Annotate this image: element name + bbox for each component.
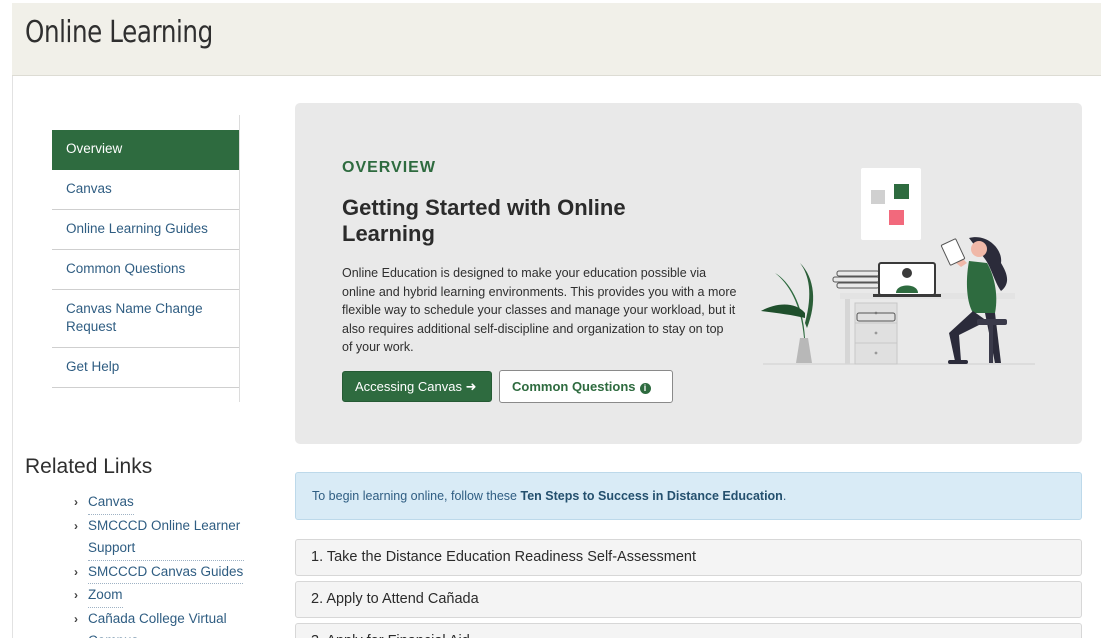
arrow-right-icon: ➜ — [465, 379, 477, 394]
accordion-step-2[interactable]: 2. Apply to Attend Cañada — [295, 581, 1082, 618]
callout-prefix: To begin learning online, follow these — [312, 489, 521, 503]
overview-hero-card: OVERVIEW Getting Started with Online Lea… — [295, 103, 1082, 444]
accessing-canvas-label: Accessing Canvas — [355, 379, 462, 394]
related-link-virtual-campus[interactable]: Cañada College Virtual Campus — [88, 608, 244, 638]
sidebar-item-online-learning-guides[interactable]: Online Learning Guides — [52, 210, 239, 250]
page-title: Online Learning — [25, 15, 213, 50]
accessing-canvas-button[interactable]: Accessing Canvas ➜ — [342, 371, 492, 402]
online-learning-illustration — [761, 168, 1035, 365]
related-link-item: › Canvas — [74, 491, 244, 515]
related-link-item: › SMCCCD Canvas Guides — [74, 561, 244, 584]
hero-title: Getting Started with Online Learning — [342, 195, 626, 246]
info-icon: i — [639, 383, 651, 394]
related-link-item: › Cañada College Virtual Campus — [74, 608, 244, 638]
sidebar-item-get-help[interactable]: Get Help — [52, 348, 239, 388]
callout-suffix: . — [782, 489, 787, 503]
hero-eyebrow: OVERVIEW — [342, 159, 436, 176]
chevron-right-icon: › — [74, 611, 78, 626]
sidebar-item-canvas[interactable]: Canvas — [52, 170, 239, 210]
related-link-item: › SMCCCD Online Learner Support — [74, 515, 244, 561]
chevron-right-icon: › — [74, 518, 78, 533]
related-link-canvas-guides[interactable]: SMCCCD Canvas Guides — [88, 561, 244, 584]
related-link-online-learner-support[interactable]: SMCCCD Online Learner Support — [88, 515, 244, 561]
hero-body-text: Online Education is designed to make you… — [342, 266, 737, 354]
sidebar-nav: Overview Canvas Online Learning Guides C… — [52, 115, 240, 402]
related-links-list: › Canvas › SMCCCD Online Learner Support ›… — [74, 491, 244, 638]
related-link-zoom[interactable]: Zoom — [88, 584, 123, 608]
sidebar-item-canvas-name-change-request[interactable]: Canvas Name Change Request — [52, 290, 239, 348]
chevron-right-icon: › — [74, 588, 78, 602]
content-left-border — [12, 76, 13, 638]
common-questions-button[interactable]: Common Questions i — [499, 370, 673, 403]
sidebar-item-common-questions[interactable]: Common Questions — [52, 250, 239, 290]
accordion-step-3[interactable]: 3. Apply for Financial Aid — [295, 623, 1082, 638]
ten-steps-callout: To begin learning online, follow these T… — [295, 472, 1082, 520]
page-header: Online Learning — [12, 3, 1101, 76]
common-questions-label: Common Questions — [512, 379, 636, 394]
chevron-right-icon: › — [74, 564, 78, 579]
related-link-canvas[interactable]: Canvas — [88, 491, 134, 515]
chevron-right-icon: › — [74, 495, 78, 509]
related-link-item: › Zoom — [74, 584, 244, 608]
ten-steps-link[interactable]: Ten Steps to Success in Distance Educati… — [520, 489, 782, 503]
related-links-heading: Related Links — [25, 455, 153, 478]
accordion-step-1[interactable]: 1. Take the Distance Education Readiness… — [295, 539, 1082, 576]
sidebar-item-overview[interactable]: Overview — [52, 130, 239, 170]
